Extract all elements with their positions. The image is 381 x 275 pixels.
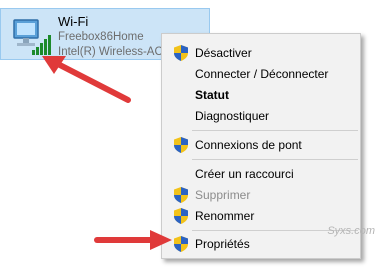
menu-item-label: Renommer: [195, 209, 255, 223]
uac-shield-icon: [174, 45, 188, 61]
menu-item-label: Statut: [195, 88, 229, 102]
uac-shield-icon: [174, 187, 188, 203]
menu-separator: [192, 159, 358, 160]
menu-item-desactiver[interactable]: Désactiver: [162, 42, 360, 63]
uac-shield-icon: [174, 236, 188, 252]
menu-item-label: Connecter / Déconnecter: [195, 67, 329, 81]
menu-item-diagnostiquer[interactable]: Diagnostiquer: [162, 105, 360, 126]
menu-item-label: Diagnostiquer: [195, 109, 270, 123]
uac-shield-icon: [174, 137, 188, 153]
menu-item-creer-un-raccourci[interactable]: Créer un raccourci: [162, 163, 360, 184]
annotation-arrow-icon: [42, 56, 131, 103]
menu-item-connexions-de-pont[interactable]: Connexions de pont: [162, 134, 360, 155]
wireless-network-icon: [13, 19, 51, 55]
menu-item-label: Créer un raccourci: [195, 167, 294, 181]
menu-item-label: Connexions de pont: [195, 138, 302, 152]
uac-shield-icon: [174, 208, 188, 224]
menu-item-label: Propriétés: [195, 237, 250, 251]
menu-item-connecter-deconnecter[interactable]: Connecter / Déconnecter: [162, 63, 360, 84]
menu-item-renommer[interactable]: Renommer: [162, 205, 360, 226]
watermark: Syxs.com: [327, 225, 375, 237]
menu-separator: [192, 130, 358, 131]
adapter-name: Wi-Fi: [58, 14, 89, 29]
annotation-arrow-icon: [94, 230, 172, 250]
adapter-network-name: Freebox86Home: [58, 31, 144, 43]
menu-item-label: Désactiver: [195, 46, 252, 60]
menu-item-statut[interactable]: Statut: [162, 84, 360, 105]
menu-item-label: Supprimer: [195, 188, 251, 202]
menu-item-supprimer[interactable]: Supprimer: [162, 184, 360, 205]
